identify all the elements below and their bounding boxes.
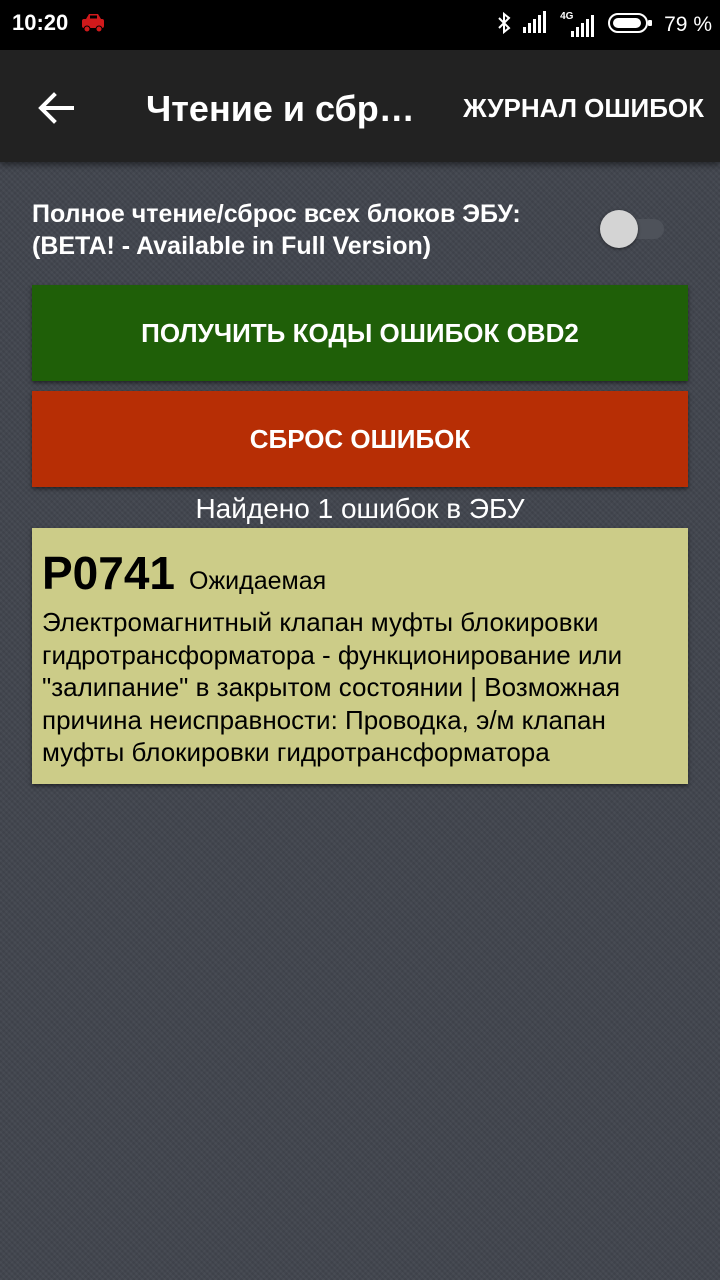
app-bar: Чтение и сбр… ЖУРНАЛ ОШИБОК [0, 50, 720, 162]
toggle-thumb [600, 210, 638, 248]
signal-4g-icon: 4G [560, 11, 598, 39]
error-status: Ожидаемая [189, 567, 327, 595]
full-read-toggle[interactable] [600, 210, 668, 248]
battery-percent: 79 % [664, 13, 712, 36]
status-time: 10:20 [12, 10, 69, 35]
full-read-label-line1: Полное чтение/сброс всех блоков ЭБУ: [32, 200, 521, 228]
get-obd2-codes-button[interactable]: ПОЛУЧИТЬ КОДЫ ОШИБОК OBD2 [32, 285, 688, 381]
signal-icon [522, 11, 550, 39]
full-read-label: Полное чтение/сброс всех блоков ЭБУ: (BE… [32, 198, 592, 262]
error-card: P0741 Ожидаемая Электромагнитный клапан … [32, 528, 688, 784]
full-read-label-line2: (BETA! - Available in Full Version) [32, 232, 432, 260]
bluetooth-icon [496, 11, 512, 39]
error-log-button[interactable]: ЖУРНАЛ ОШИБОК [463, 88, 704, 128]
battery-icon [608, 12, 654, 38]
back-button[interactable] [30, 82, 82, 134]
error-description: Электромагнитный клапан муфты блокировки… [42, 607, 623, 767]
errors-found-text: Найдено 1 ошибок в ЭБУ [195, 493, 525, 524]
arrow-left-icon [38, 92, 74, 124]
car-notification-icon [80, 12, 106, 38]
status-bar: 10:20 4G 79 % [0, 0, 720, 50]
reset-errors-button[interactable]: СБРОС ОШИБОК [32, 391, 688, 487]
page-title: Чтение и сбр… [146, 88, 415, 129]
error-code: P0741 [42, 547, 176, 599]
